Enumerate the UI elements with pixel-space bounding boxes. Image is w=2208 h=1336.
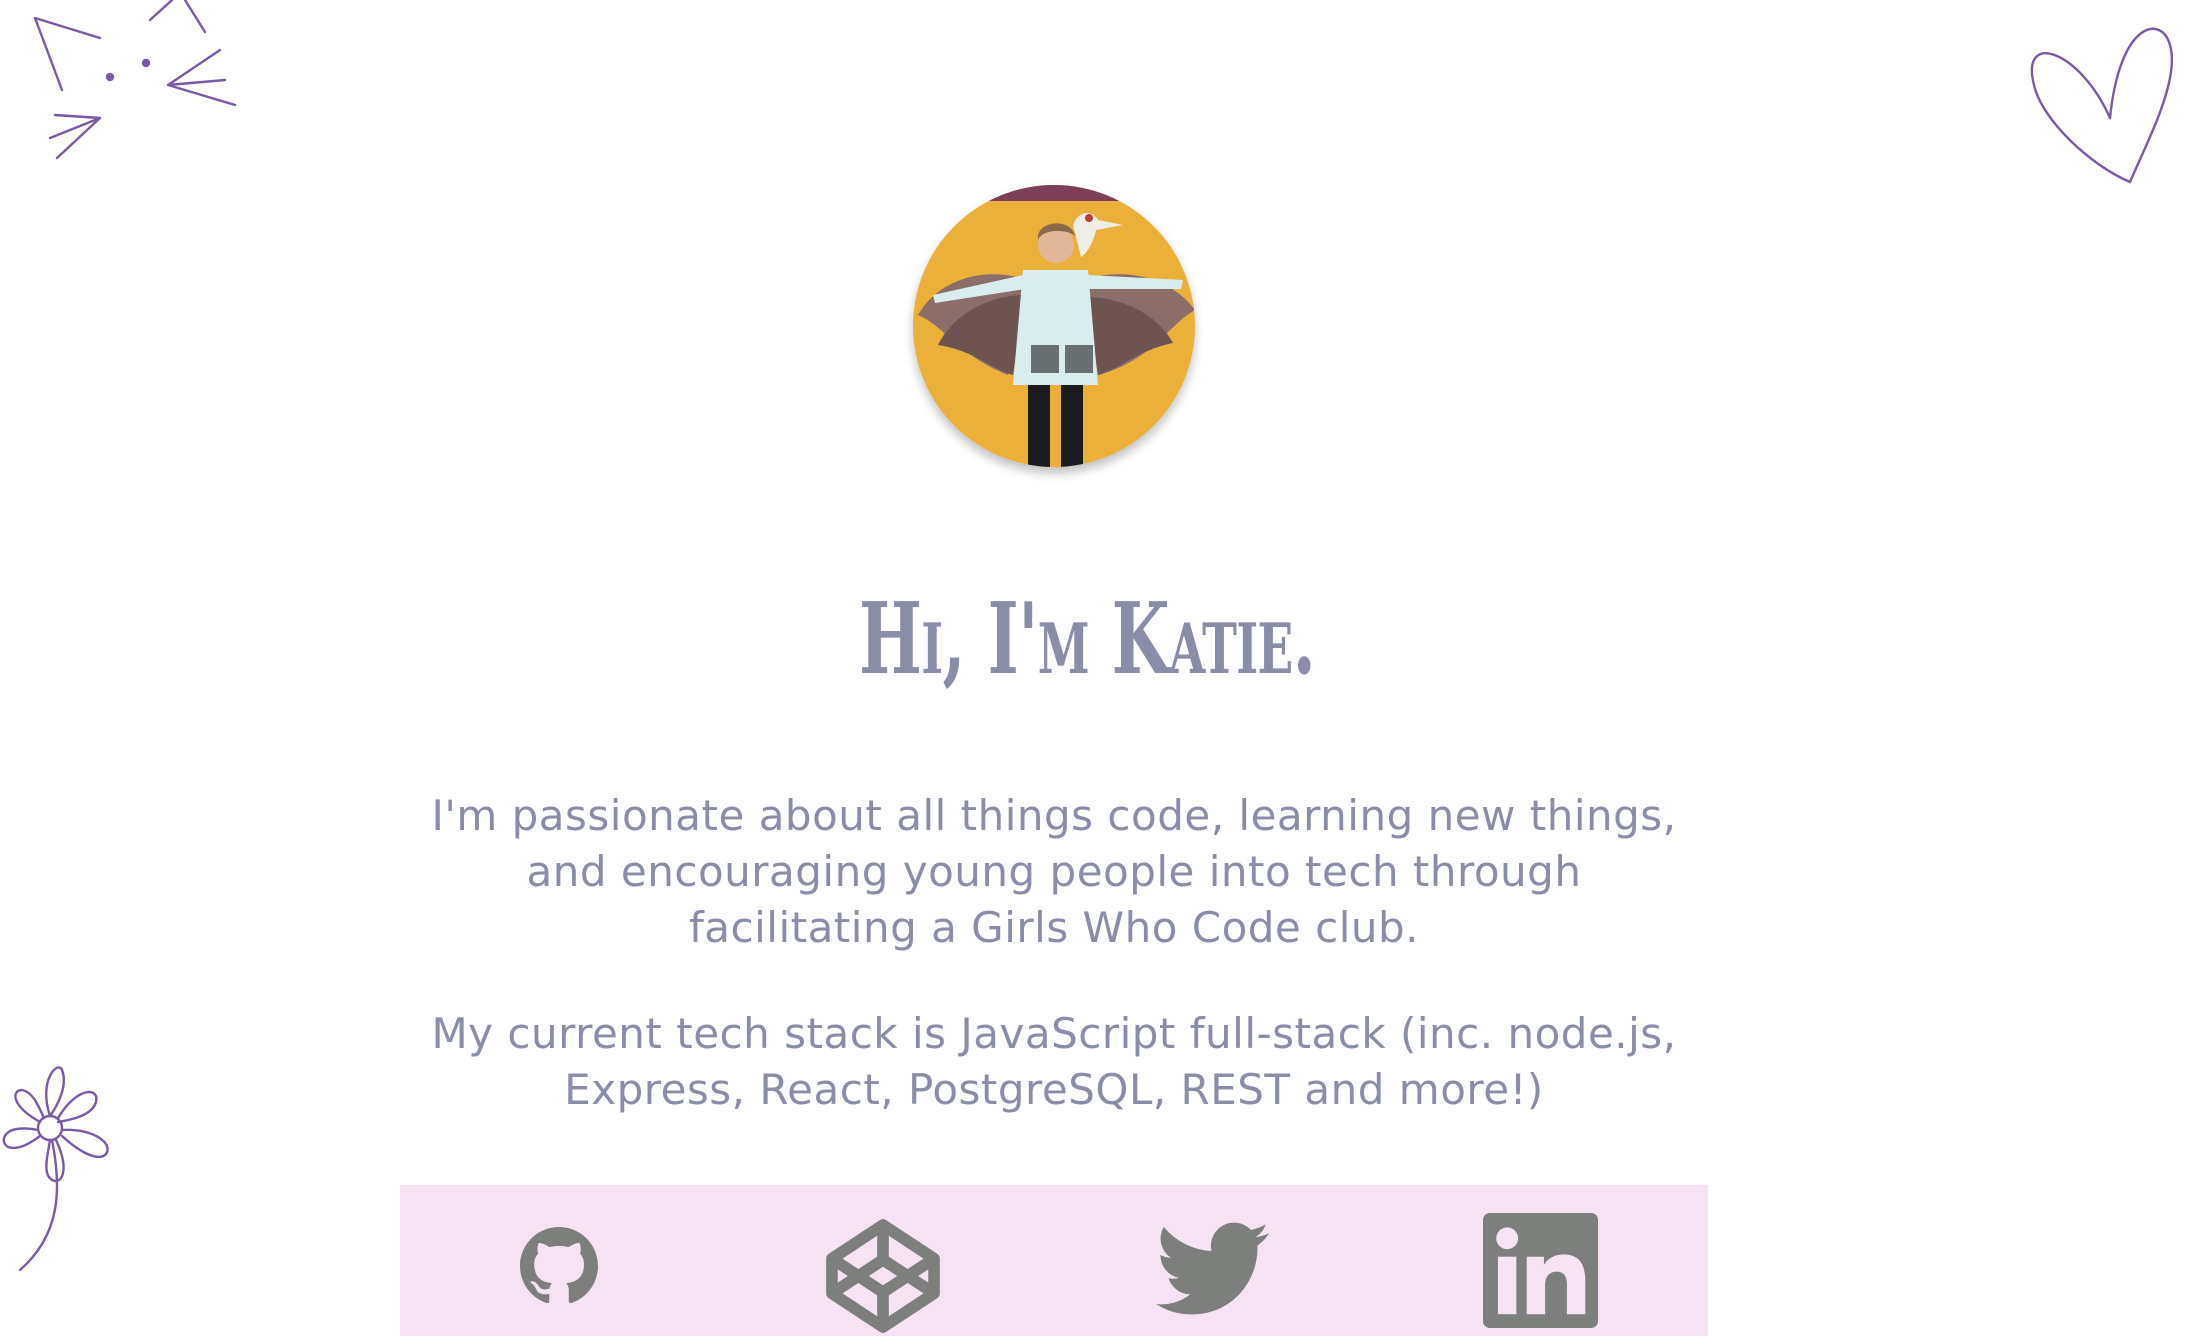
codepen-link[interactable] — [825, 1217, 941, 1335]
linkedin-link[interactable] — [1483, 1213, 1598, 1328]
page-title: Hi, I'm Katie. — [858, 582, 1316, 697]
twitter-link[interactable] — [1155, 1212, 1270, 1325]
bio-paragraph-1: I'm passionate about all things code, le… — [431, 791, 1677, 952]
github-link[interactable] — [520, 1227, 598, 1305]
github-icon — [520, 1227, 598, 1304]
heart-doodle-icon — [2030, 27, 2174, 184]
bio-paragraph-2: My current tech stack is JavaScript full… — [431, 1009, 1677, 1114]
cat-doodle-icon — [33, 0, 237, 160]
codepen-icon — [826, 1219, 940, 1333]
profile-avatar — [913, 185, 1195, 467]
profile-photo — [913, 185, 1195, 467]
twitter-icon — [1156, 1222, 1269, 1315]
linkedin-icon — [1483, 1213, 1598, 1328]
flower-doodle-icon — [2, 1066, 109, 1272]
social-links-bar — [400, 1185, 1708, 1336]
